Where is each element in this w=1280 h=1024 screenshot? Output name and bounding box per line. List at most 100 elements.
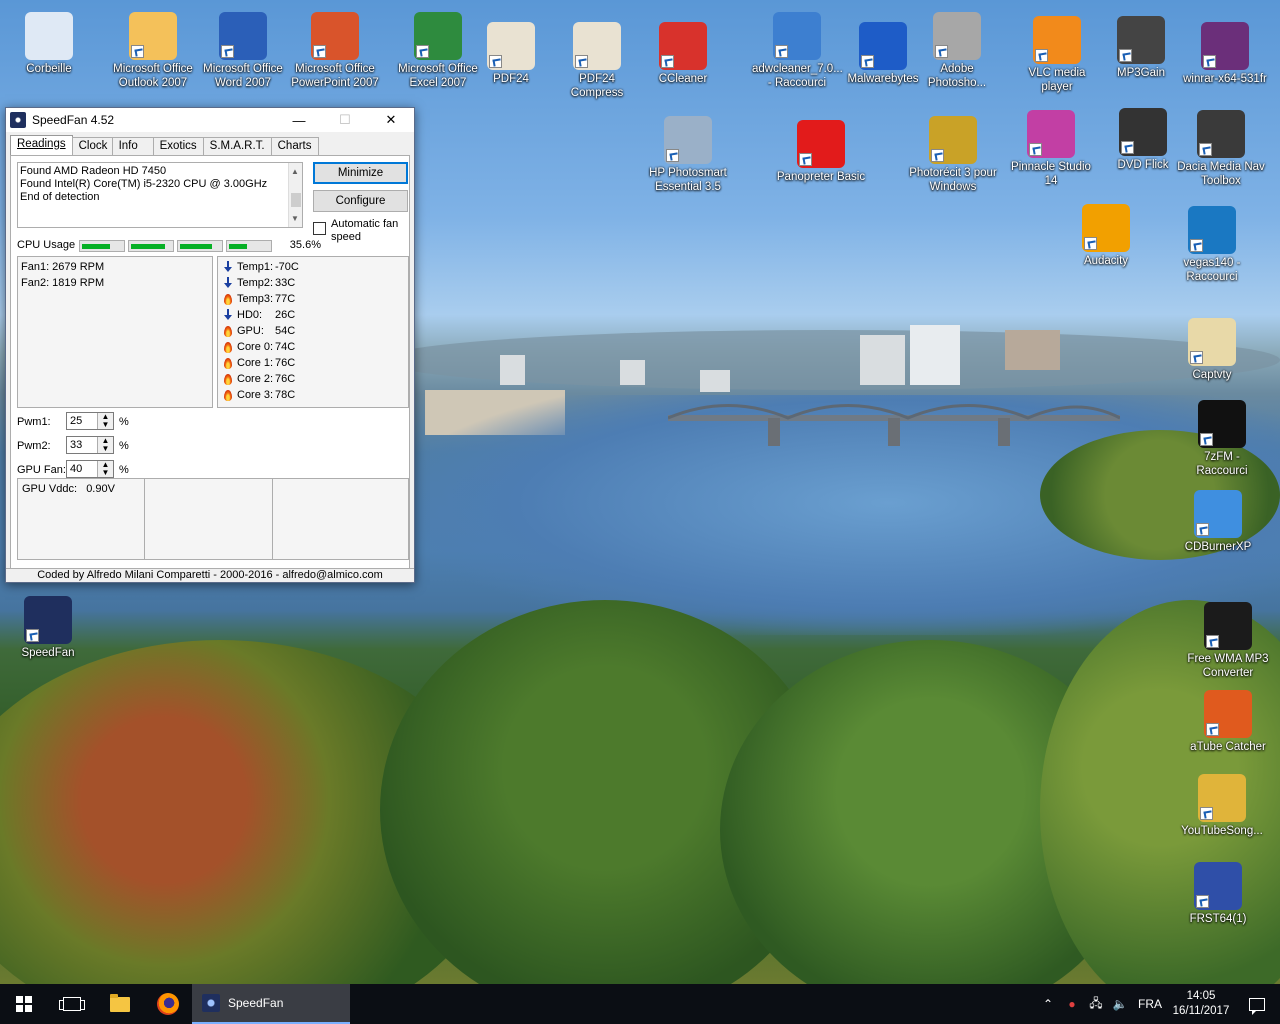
shortcut-arrow-icon — [661, 55, 674, 68]
shortcut-arrow-icon — [1206, 635, 1219, 648]
desktop-icon-cdburnerxp[interactable]: CDBurnerXP — [1173, 490, 1263, 554]
temperature-value: 33C — [275, 277, 296, 289]
desktop-icon-adwcleaner[interactable]: adwcleaner_7.0... - Raccourci — [752, 12, 843, 90]
taskbar-speedfan-label: SpeedFan — [228, 996, 284, 1010]
desktop-icon-label: VLC media player — [1028, 67, 1086, 93]
temperature-row: Core 0: 74C — [222, 339, 404, 355]
tab-clock[interactable]: Clock — [71, 137, 113, 155]
shortcut-arrow-icon — [416, 45, 429, 58]
shortcut-arrow-icon — [775, 45, 788, 58]
firefox-icon — [157, 993, 179, 1015]
network-button[interactable]: 🖧 — [1084, 984, 1108, 1024]
desktop-icon-outlook[interactable]: Microsoft Office Outlook 2007 — [108, 12, 198, 90]
desktop-icon-vegas[interactable]: vegas140 - Raccourci — [1167, 206, 1257, 284]
desktop-icon-label: PDF24 — [493, 73, 529, 85]
shortcut-arrow-icon — [935, 45, 948, 58]
desktop-icon-7zfm[interactable]: 7zFM - Raccourci — [1177, 400, 1267, 478]
hpphotosmart-icon — [664, 116, 712, 164]
detection-log[interactable]: Found AMD Radeon HD 7450 Found Intel(R) … — [17, 162, 303, 228]
adwcleaner-icon — [773, 12, 821, 60]
action-center-button[interactable] — [1234, 984, 1280, 1024]
input-language[interactable]: FRA — [1132, 997, 1168, 1011]
panopreter-icon — [797, 120, 845, 168]
minimize-button[interactable]: Minimize — [313, 162, 408, 184]
fan-readings: Fan1: 2679 RPM Fan2: 1819 RPM — [17, 256, 213, 408]
desktop-icon-word[interactable]: Microsoft Office Word 2007 — [198, 12, 288, 90]
desktop-icon-panopreter[interactable]: Panopreter Basic — [776, 120, 866, 184]
tab-info[interactable]: Info — [111, 137, 154, 155]
shortcut-arrow-icon — [1200, 807, 1213, 820]
cpu-core-meter — [79, 240, 125, 252]
scroll-down-icon[interactable]: ▼ — [291, 212, 299, 225]
temperature-value: 77C — [275, 293, 296, 305]
temperature-row: Temp3: 77C — [222, 291, 404, 307]
tab-smart[interactable]: S.M.A.R.T. — [202, 137, 272, 155]
desktop-icon-pdf24compress[interactable]: PDF24 Compress — [552, 22, 642, 100]
desktop-icon-frst[interactable]: FRST64(1) — [1173, 862, 1263, 926]
desktop-icon-youtubesong[interactable]: YouTubeSong... — [1177, 774, 1267, 838]
desktop-icon-powerpoint[interactable]: Microsoft Office PowerPoint 2007 — [290, 12, 380, 90]
flame-icon — [222, 340, 234, 354]
gpu-fan-spinner[interactable]: ▲ ▼ — [97, 461, 113, 477]
desktop-icon-vlc[interactable]: VLC media player — [1012, 16, 1102, 94]
temperature-name: Core 3: — [237, 389, 274, 401]
temperature-row: Core 3: 78C — [222, 387, 404, 403]
desktop-icon-audacity[interactable]: Audacity — [1061, 204, 1151, 268]
tab-charts[interactable]: Charts — [270, 137, 319, 155]
show-hidden-icons-button[interactable]: ⌃ — [1036, 984, 1060, 1024]
desktop-icon-hpphotosmart[interactable]: HP Photosmart Essential 3.5 — [643, 116, 733, 194]
clock[interactable]: 14:05 16/11/2017 — [1168, 989, 1234, 1019]
windows-logo-icon — [16, 996, 32, 1012]
file-explorer-button[interactable] — [96, 984, 144, 1024]
minimize-window-button[interactable]: — — [276, 108, 322, 132]
desktop-icon-winrar[interactable]: winrar-x64-531fr — [1180, 22, 1270, 86]
firefox-button[interactable] — [144, 984, 192, 1024]
automatic-fan-speed-checkbox[interactable] — [313, 222, 326, 235]
start-button[interactable] — [0, 984, 48, 1024]
desktop-icon-pdf24[interactable]: PDF24 — [466, 22, 556, 86]
desktop-icon-photoshop[interactable]: Adobe Photosho... — [912, 12, 1002, 90]
desktop-icon-speedfan[interactable]: SpeedFan — [3, 596, 93, 660]
taskbar-speedfan-button[interactable]: SpeedFan — [192, 984, 350, 1024]
shortcut-arrow-icon — [1119, 49, 1132, 62]
desktop-icon-ccleaner[interactable]: CCleaner — [638, 22, 728, 86]
readings-panel: Found AMD Radeon HD 7450 Found Intel(R) … — [10, 155, 410, 571]
cpu-usage-row: CPU Usage 35.6% — [17, 239, 321, 253]
tray-app-icon[interactable]: ● — [1060, 984, 1084, 1024]
maximize-window-button[interactable]: ☐ — [322, 108, 368, 132]
scroll-thumb[interactable] — [291, 193, 301, 207]
volume-button[interactable]: 🔈 — [1108, 984, 1132, 1024]
frst-icon — [1194, 862, 1242, 910]
scroll-up-icon[interactable]: ▲ — [291, 165, 299, 178]
desktop-icon-freewma[interactable]: Free WMA MP3 Converter — [1183, 602, 1273, 680]
tab-readings[interactable]: Readings — [10, 135, 73, 155]
desktop-icon-label: MP3Gain — [1117, 67, 1165, 79]
desktop-icon-atube[interactable]: aTube Catcher — [1183, 690, 1273, 754]
desktop-icon-pinnacle[interactable]: Pinnacle Studio 14 — [1006, 110, 1096, 188]
tab-exotics[interactable]: Exotics — [152, 137, 204, 155]
gpu-fan-control: GPU Fan: 40 ▲ ▼ % — [17, 460, 147, 480]
desktop-icon-photorecit[interactable]: Photorécit 3 pour Windows — [908, 116, 998, 194]
title-bar[interactable]: SpeedFan 4.52 — ☐ ✕ — [6, 108, 414, 132]
task-view-button[interactable] — [48, 984, 96, 1024]
shortcut-arrow-icon — [1206, 723, 1219, 736]
pwm1-spinner[interactable]: ▲ ▼ — [97, 413, 113, 429]
desktop-icon-recycle[interactable]: Corbeille — [4, 12, 94, 76]
desktop-icon-dvdflick[interactable]: DVD Flick — [1098, 108, 1188, 172]
desktop-icon-mp3gain[interactable]: MP3Gain — [1096, 16, 1186, 80]
desktop-icon-captvty[interactable]: Captvty — [1167, 318, 1257, 382]
window-title: SpeedFan 4.52 — [32, 113, 115, 127]
atube-icon — [1204, 690, 1252, 738]
temperature-readings: Temp1: -70C Temp2: 33C Temp3: 77C HD0: 26C GPU: 5… — [217, 256, 409, 408]
dvdflick-icon — [1119, 108, 1167, 156]
shortcut-arrow-icon — [131, 45, 144, 58]
desktop-icon-label: CDBurnerXP — [1184, 541, 1252, 553]
configure-button[interactable]: Configure — [313, 190, 408, 212]
pwm2-spinner[interactable]: ▲ ▼ — [97, 437, 113, 453]
close-window-button[interactable]: ✕ — [368, 108, 414, 132]
arrow-down-icon — [222, 260, 234, 274]
log-scrollbar[interactable]: ▲ ▼ — [288, 163, 302, 227]
freewma-icon — [1204, 602, 1252, 650]
winrar-icon — [1201, 22, 1249, 70]
desktop-icon-dacia[interactable]: Dacia Media Nav Toolbox — [1176, 110, 1266, 188]
